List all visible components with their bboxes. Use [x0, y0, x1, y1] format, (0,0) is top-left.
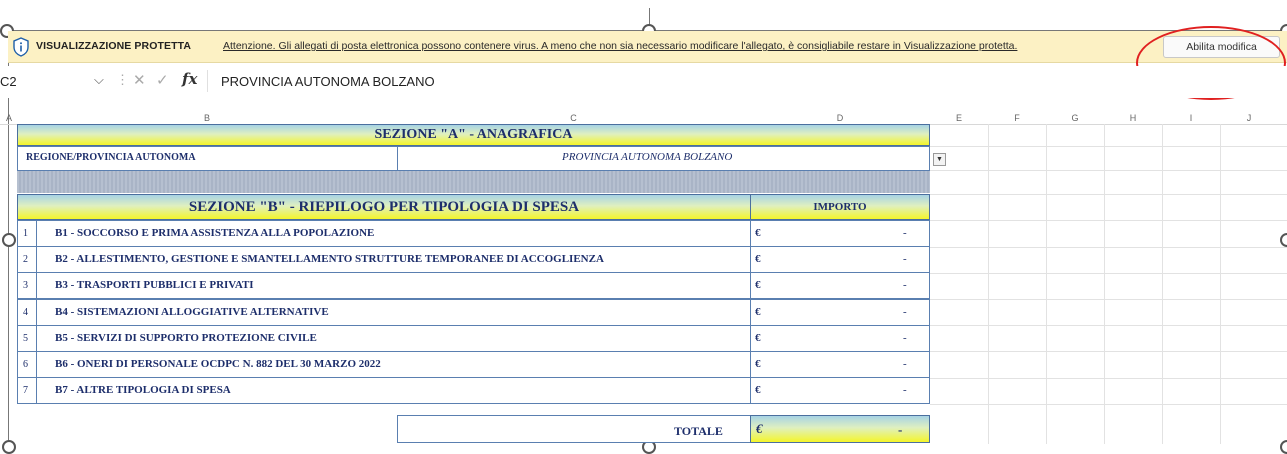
cancel-icon[interactable]: ✕ [133, 71, 146, 89]
row-number: 1 [23, 228, 28, 239]
cell-divider [750, 325, 751, 352]
row-label[interactable]: B1 - SOCCORSO E PRIMA ASSISTENZA ALLA PO… [55, 227, 374, 239]
region-dropdown-button[interactable]: ▼ [933, 153, 946, 166]
row-currency: € [755, 306, 761, 318]
grid-line [930, 273, 1287, 274]
grid-line [930, 404, 1287, 405]
importo-header[interactable]: IMPORTO [750, 194, 930, 220]
cell-divider [750, 220, 751, 247]
grid-line [1162, 124, 1163, 444]
row-label[interactable]: B7 - ALTRE TIPOLOGIA DI SPESA [55, 384, 231, 396]
column-header-i[interactable]: I [1162, 112, 1220, 124]
row-label[interactable]: B5 - SERVIZI DI SUPPORTO PROTEZIONE CIVI… [55, 332, 317, 344]
row-amount[interactable]: - [903, 332, 907, 344]
row-currency: € [755, 279, 761, 291]
row-amount[interactable]: - [903, 306, 907, 318]
row-label[interactable]: B4 - SISTEMAZIONI ALLOGGIATIVE ALTERNATI… [55, 306, 329, 318]
grid-line [1104, 124, 1105, 444]
section-a-header[interactable]: SEZIONE "A" - ANAGRAFICA [17, 124, 930, 146]
row-amount[interactable]: - [903, 227, 907, 239]
shield-info-icon [13, 37, 29, 57]
column-header-d[interactable]: D [750, 112, 930, 124]
grid-line [930, 220, 1287, 221]
column-header-f[interactable]: F [988, 112, 1046, 124]
resize-handle-bottom-left[interactable] [2, 440, 16, 454]
row-number: 5 [23, 333, 28, 344]
row-currency: € [755, 227, 761, 239]
protected-view-message-link[interactable]: Attenzione. Gli allegati di posta elettr… [223, 40, 1017, 52]
protected-view-bar: VISUALIZZAZIONE PROTETTA Attenzione. Gli… [8, 31, 1287, 63]
section-b-header[interactable]: SEZIONE "B" - RIEPILOGO PER TIPOLOGIA DI… [17, 194, 751, 220]
resize-handle-left[interactable] [2, 233, 16, 247]
total-amount: - [898, 422, 903, 437]
cell-divider [750, 246, 751, 273]
resize-handle-bottom-right[interactable] [1280, 440, 1287, 454]
row-currency: € [755, 253, 761, 265]
grid-line [1220, 124, 1221, 444]
total-currency: € [756, 421, 763, 436]
cell-divider [36, 325, 37, 352]
row-label[interactable]: B3 - TRASPORTI PUBBLICI E PRIVATI [55, 279, 254, 291]
formula-divider [207, 70, 208, 92]
column-header-a[interactable]: A [2, 112, 16, 124]
column-header-c[interactable]: C [397, 112, 750, 124]
grid-line [930, 247, 1287, 248]
grid-line [930, 351, 1287, 352]
row-number: 6 [23, 359, 28, 370]
formula-bar: C2 ⌵ ⋮ ✕ ✓ fx PROVINCIA AUTONOMA BOLZANO [0, 66, 1287, 98]
row-amount[interactable]: - [903, 358, 907, 370]
total-amount-cell[interactable] [750, 415, 930, 443]
chevron-down-icon[interactable]: ⌵ [94, 72, 104, 88]
column-header-g[interactable]: G [1046, 112, 1104, 124]
insert-function-icon[interactable]: fx [182, 70, 197, 88]
cell-divider [750, 351, 751, 378]
column-header-h[interactable]: H [1104, 112, 1162, 124]
cell-divider [36, 377, 37, 404]
cell-divider [36, 246, 37, 273]
total-label: TOTALE [674, 424, 723, 438]
cell-divider [36, 272, 37, 299]
cell-divider [36, 220, 37, 247]
protected-view-title: VISUALIZZAZIONE PROTETTA [36, 40, 192, 52]
resize-handle-right[interactable] [1280, 233, 1287, 247]
row-label[interactable]: B6 - ONERI DI PERSONALE OCDPC N. 882 DEL… [55, 358, 381, 370]
grid-line [930, 194, 1287, 195]
grid-line [930, 146, 1287, 147]
row-amount[interactable]: - [903, 253, 907, 265]
row-currency: € [755, 358, 761, 370]
formula-input[interactable]: PROVINCIA AUTONOMA BOLZANO [221, 74, 435, 89]
grid-line [988, 124, 989, 444]
grid-line [930, 299, 1287, 300]
row-amount[interactable]: - [903, 384, 907, 396]
cell-divider [397, 146, 398, 171]
column-header-j[interactable]: J [1220, 112, 1278, 124]
cell-divider [750, 299, 751, 326]
column-header-e[interactable]: E [930, 112, 988, 124]
grid-line [930, 325, 1287, 326]
row-number: 4 [23, 307, 28, 318]
row-number: 3 [23, 280, 28, 291]
grid-line [930, 170, 1287, 171]
row-number: 2 [23, 254, 28, 265]
row-currency: € [755, 384, 761, 396]
region-label: REGIONE/PROVINCIA AUTONOMA [26, 152, 196, 163]
grid-line [930, 378, 1287, 379]
name-box[interactable]: C2 [0, 74, 17, 89]
region-value-cell[interactable]: PROVINCIA AUTONOMA BOLZANO [562, 151, 732, 163]
row-amount[interactable]: - [903, 279, 907, 291]
cell-divider [750, 272, 751, 299]
cell-divider [36, 351, 37, 378]
drag-separator-icon[interactable]: ⋮ [116, 72, 129, 88]
column-header-b[interactable]: B [17, 112, 397, 124]
row-number: 7 [23, 385, 28, 396]
cell-divider [750, 377, 751, 404]
row-currency: € [755, 332, 761, 344]
separator-band [17, 171, 930, 193]
row-label[interactable]: B2 - ALLESTIMENTO, GESTIONE E SMANTELLAM… [55, 253, 604, 265]
confirm-check-icon[interactable]: ✓ [156, 71, 169, 89]
cell-divider [36, 299, 37, 326]
grid-line [1046, 124, 1047, 444]
